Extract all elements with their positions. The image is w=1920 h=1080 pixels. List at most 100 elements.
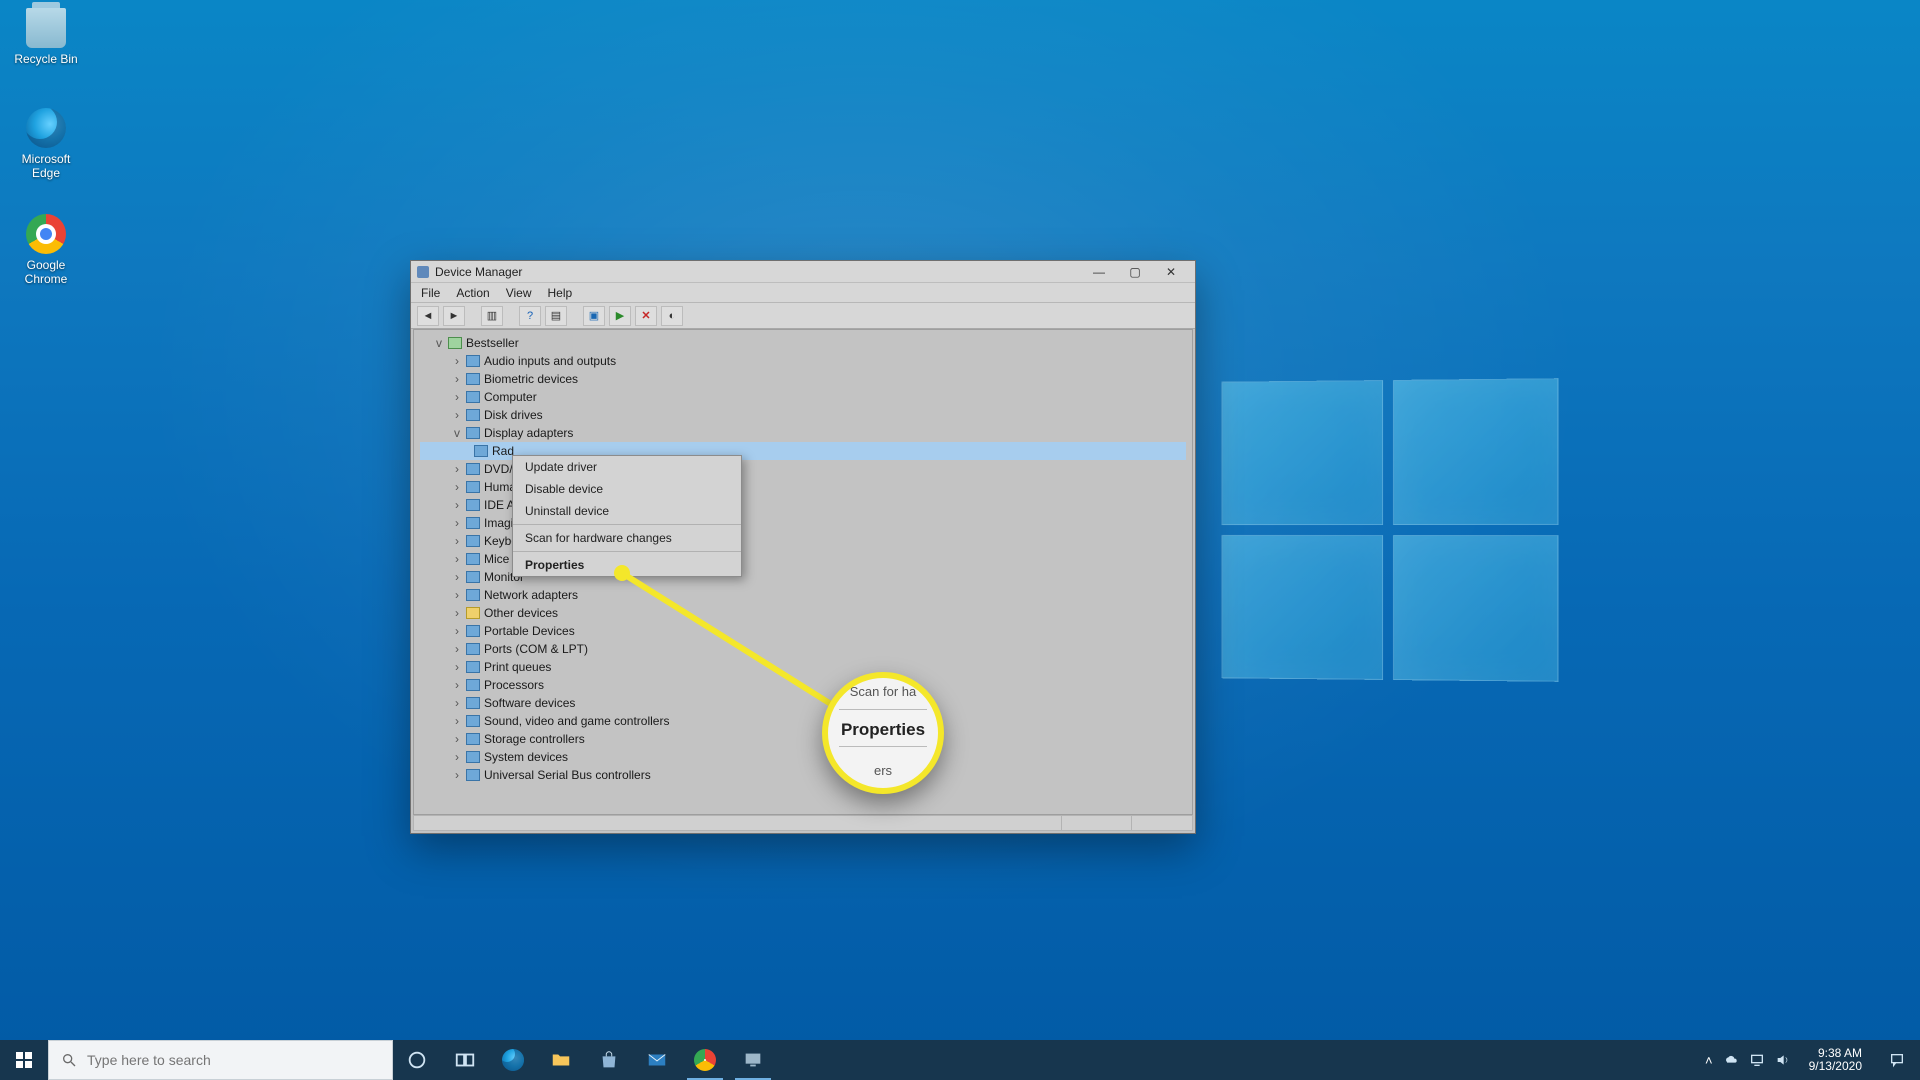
uninstall-device-button[interactable]: ✕ — [635, 306, 657, 326]
chrome-icon — [694, 1049, 716, 1071]
chrome-icon[interactable]: Google Chrome — [8, 214, 84, 286]
chevron-right-icon: › — [452, 730, 462, 748]
cat-proc[interactable]: ›Processors — [420, 676, 1186, 694]
scan-hardware-button[interactable]: ◐ — [661, 306, 683, 326]
menu-action[interactable]: Action — [456, 286, 489, 300]
taskbar-chrome[interactable] — [681, 1040, 729, 1080]
magnify-sep — [839, 709, 927, 710]
enable-device-button[interactable]: ▶ — [609, 306, 631, 326]
shopping-bag-icon — [598, 1049, 620, 1071]
start-button[interactable] — [0, 1040, 48, 1080]
search-icon — [61, 1052, 77, 1068]
cat-label: Display adapters — [484, 424, 573, 442]
ctx-update-driver[interactable]: Update driver — [513, 456, 741, 478]
device-icon — [466, 463, 480, 475]
ctx-scan-hardware[interactable]: Scan for hardware changes — [513, 527, 741, 549]
maximize-button[interactable]: ▢ — [1117, 261, 1153, 283]
device-icon — [466, 697, 480, 709]
taskbar-edge[interactable] — [489, 1040, 537, 1080]
device-icon — [466, 481, 480, 493]
titlebar[interactable]: Device Manager — ▢ ✕ — [411, 261, 1195, 283]
cat-audio[interactable]: › Audio inputs and outputs — [420, 352, 1186, 370]
edge-icon[interactable]: Microsoft Edge — [8, 108, 84, 180]
folder-icon — [550, 1049, 572, 1071]
minimize-button[interactable]: — — [1081, 261, 1117, 283]
chevron-right-icon: › — [452, 694, 462, 712]
volume-icon[interactable] — [1775, 1052, 1791, 1068]
cat-usb[interactable]: ›Universal Serial Bus controllers — [420, 766, 1186, 784]
cat-net[interactable]: ›Network adapters — [420, 586, 1186, 604]
ctx-disable-device[interactable]: Disable device — [513, 478, 741, 500]
recycle-bin-icon[interactable]: Recycle Bin — [8, 8, 84, 66]
system-tray: ˄ 9:38 AM 9/13/2020 — [1699, 1040, 1920, 1080]
device-icon — [466, 553, 480, 565]
root-label: Bestseller — [466, 334, 519, 352]
device-icon — [466, 517, 480, 529]
device-icon — [466, 769, 480, 781]
network-icon[interactable] — [1749, 1052, 1765, 1068]
device-icon — [466, 427, 480, 439]
chevron-down-icon: v — [434, 334, 444, 352]
recycle-bin-label: Recycle Bin — [8, 52, 84, 66]
taskbar-explorer[interactable] — [537, 1040, 585, 1080]
tree-root[interactable]: v Bestseller — [420, 334, 1186, 352]
taskbar-device-manager[interactable] — [729, 1040, 777, 1080]
help-button[interactable]: ? — [519, 306, 541, 326]
cat-label: Computer — [484, 388, 537, 406]
cat-comp[interactable]: ›Computer — [420, 388, 1186, 406]
clock[interactable]: 9:38 AM 9/13/2020 — [1801, 1047, 1870, 1073]
show-hidden-button[interactable]: ▥ — [481, 306, 503, 326]
nav-forward-button[interactable]: ► — [443, 306, 465, 326]
cat-stor[interactable]: ›Storage controllers — [420, 730, 1186, 748]
cortana-button[interactable] — [393, 1040, 441, 1080]
menu-view[interactable]: View — [506, 286, 532, 300]
computer-icon — [448, 337, 462, 349]
action-center-button[interactable] — [1880, 1052, 1914, 1068]
cat-label: Network adapters — [484, 586, 578, 604]
cat-sound[interactable]: ›Sound, video and game controllers — [420, 712, 1186, 730]
device-icon — [466, 409, 480, 421]
mail-icon — [646, 1049, 668, 1071]
task-view-button[interactable] — [441, 1040, 489, 1080]
browser-edge-icon — [26, 108, 66, 148]
taskbar-store[interactable] — [585, 1040, 633, 1080]
magnify-main: Properties — [841, 720, 925, 740]
ctx-uninstall-device[interactable]: Uninstall device — [513, 500, 741, 522]
cat-other[interactable]: ›Other devices — [420, 604, 1186, 622]
chevron-right-icon: › — [452, 352, 462, 370]
device-icon — [466, 589, 480, 601]
cat-disk[interactable]: ›Disk drives — [420, 406, 1186, 424]
cat-label: Disk drives — [484, 406, 543, 424]
close-button[interactable]: ✕ — [1153, 261, 1189, 283]
device-icon — [466, 535, 480, 547]
search-input[interactable] — [87, 1052, 380, 1068]
chevron-right-icon: › — [452, 712, 462, 730]
cat-com[interactable]: ›Ports (COM & LPT) — [420, 640, 1186, 658]
chrome-label: Google Chrome — [8, 258, 84, 286]
cat-printq[interactable]: ›Print queues — [420, 658, 1186, 676]
cat-bio[interactable]: › Biometric devices — [420, 370, 1186, 388]
device-icon — [466, 499, 480, 511]
onedrive-icon[interactable] — [1723, 1052, 1739, 1068]
chevron-right-icon: › — [452, 766, 462, 784]
cat-soft[interactable]: › Software devices — [420, 694, 1186, 712]
update-driver-button[interactable]: ▣ — [583, 306, 605, 326]
magnify-bottom: ers — [874, 763, 892, 778]
menu-help[interactable]: Help — [548, 286, 573, 300]
cat-label: Audio inputs and outputs — [484, 352, 616, 370]
nav-back-button[interactable]: ◄ — [417, 306, 439, 326]
tray-overflow[interactable]: ˄ — [1705, 1053, 1713, 1068]
properties-button[interactable]: ▤ — [545, 306, 567, 326]
cat-sys[interactable]: ›System devices — [420, 748, 1186, 766]
search-box[interactable] — [48, 1040, 393, 1080]
toolbar: ◄ ► ▥ ? ▤ ▣ ▶ ✕ ◐ — [411, 303, 1195, 329]
cat-disp[interactable]: vDisplay adapters — [420, 424, 1186, 442]
taskbar-mail[interactable] — [633, 1040, 681, 1080]
chevron-right-icon: › — [452, 370, 462, 388]
cat-label: Biometric devices — [484, 370, 578, 388]
cat-label: Software devices — [484, 694, 575, 712]
cat-port[interactable]: ›Portable Devices — [420, 622, 1186, 640]
menu-file[interactable]: File — [421, 286, 440, 300]
task-view-icon — [454, 1049, 476, 1071]
chevron-right-icon: › — [452, 622, 462, 640]
